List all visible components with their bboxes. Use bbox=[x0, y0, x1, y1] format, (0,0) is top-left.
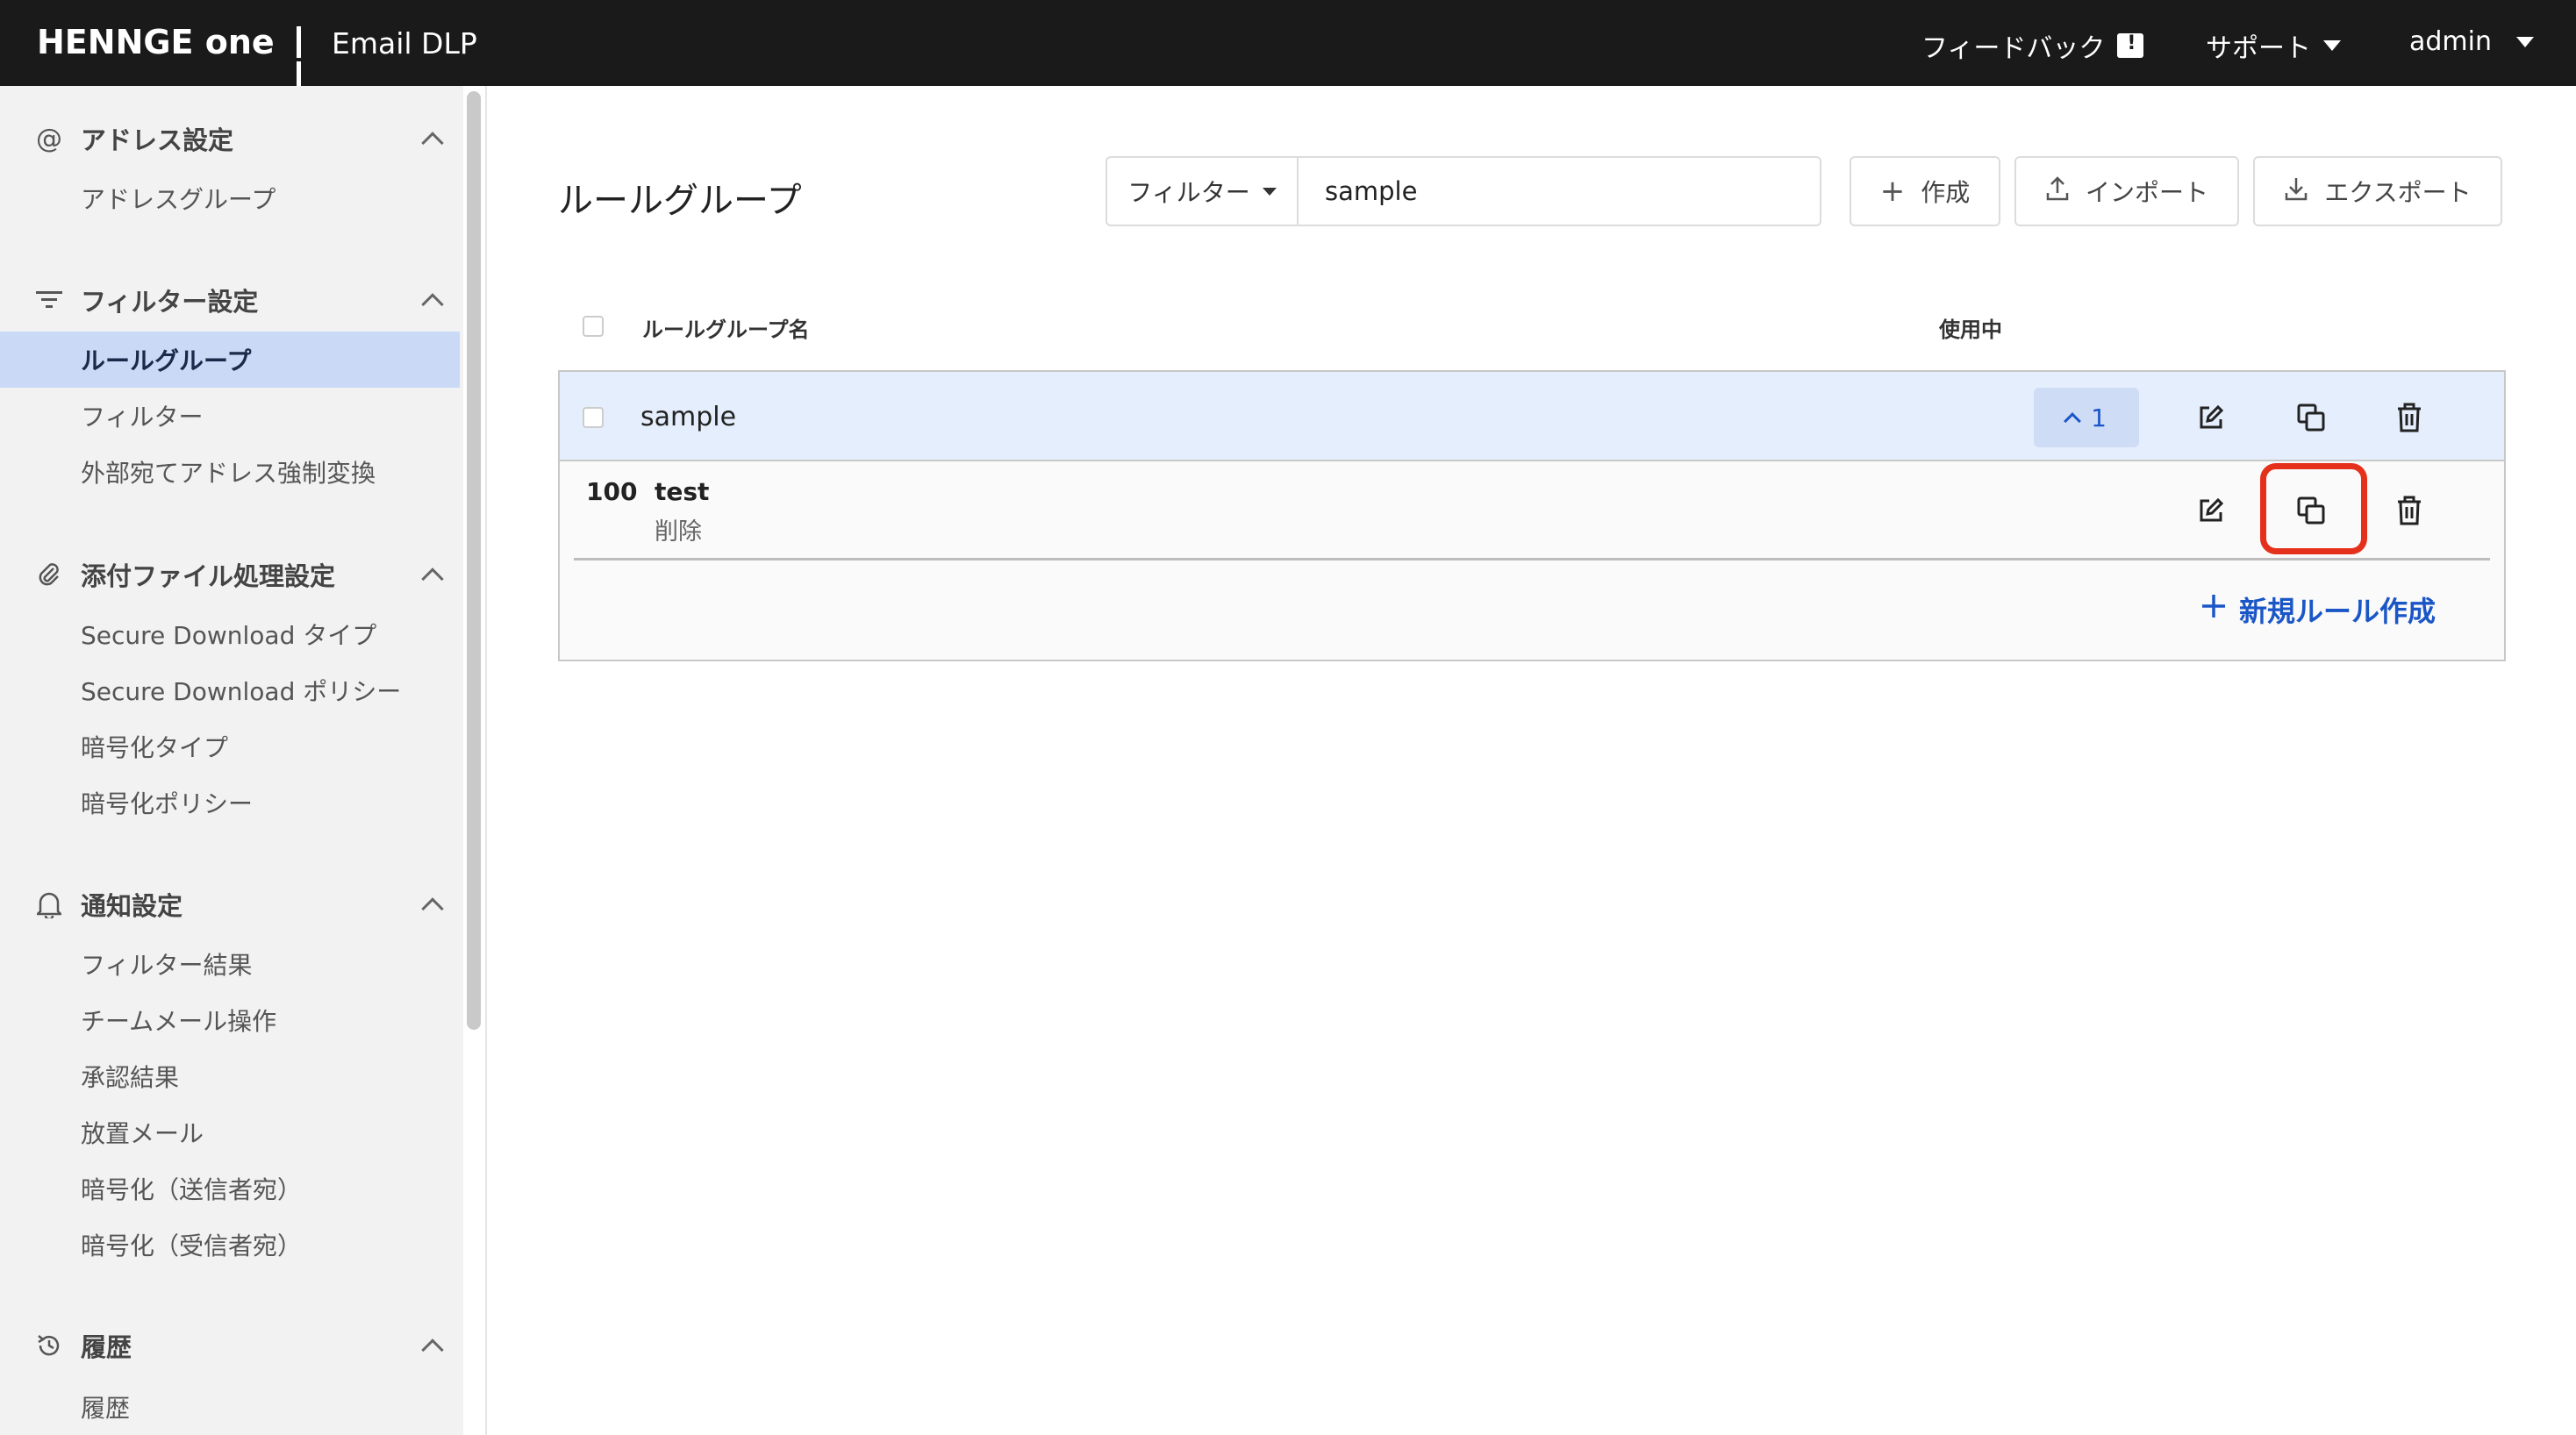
filter-input[interactable] bbox=[1299, 158, 1820, 225]
sidebar-item-external-address[interactable]: 外部宛てアドレス強制変換 bbox=[0, 444, 460, 500]
rule-priority: 100 bbox=[586, 477, 638, 506]
edit-group-button[interactable] bbox=[2185, 391, 2237, 444]
sidebar-item-neglected-mail[interactable]: 放置メール bbox=[0, 1104, 460, 1160]
upload-icon bbox=[2045, 175, 2070, 208]
henngeone-logo[interactable]: HENNGE one bbox=[37, 23, 275, 61]
new-rule-label: 新規ルール作成 bbox=[2239, 595, 2436, 628]
bell-icon bbox=[32, 887, 67, 922]
trash-icon bbox=[2398, 403, 2421, 432]
sidebar-item-filter[interactable]: フィルター bbox=[0, 388, 460, 444]
chevron-up-icon bbox=[421, 897, 444, 920]
user-menu[interactable]: admin bbox=[2409, 26, 2534, 57]
sidebar-item-encrypt-type[interactable]: 暗号化タイプ bbox=[0, 718, 460, 775]
export-button[interactable]: エクスポート bbox=[2253, 156, 2502, 226]
chevron-up-icon bbox=[421, 293, 444, 316]
collapse-toggle-button[interactable]: 1 bbox=[2034, 388, 2139, 447]
paperclip-icon bbox=[32, 557, 67, 592]
sidebar-item-encrypt-policy[interactable]: 暗号化ポリシー bbox=[0, 775, 460, 831]
feedback-button[interactable]: フィードバック bbox=[1921, 26, 2144, 65]
create-button[interactable]: + 作成 bbox=[1850, 156, 2000, 226]
copy-group-button[interactable] bbox=[2285, 391, 2337, 444]
rule-name[interactable]: test bbox=[655, 477, 709, 506]
sidebar-item-address-group[interactable]: アドレスグループ bbox=[0, 170, 460, 226]
highlight-box bbox=[2260, 463, 2367, 554]
sidebar-item-approval-result[interactable]: 承認結果 bbox=[0, 1048, 460, 1104]
section-title: 添付ファイル処理設定 bbox=[81, 561, 336, 591]
caret-down-icon bbox=[2516, 36, 2534, 47]
sidebar-border bbox=[485, 86, 487, 1435]
import-label: インポート bbox=[2085, 178, 2208, 207]
download-icon bbox=[2284, 175, 2308, 208]
edit-rule-button[interactable] bbox=[2185, 484, 2237, 537]
chevron-up-icon bbox=[421, 1339, 444, 1361]
section-title: 履歴 bbox=[81, 1332, 132, 1362]
delete-group-button[interactable] bbox=[2383, 391, 2436, 444]
sidebar-section-attachment[interactable]: 添付ファイル処理設定 bbox=[32, 553, 449, 596]
sidebar-section-address[interactable]: @ アドレス設定 bbox=[32, 117, 449, 161]
support-menu[interactable]: サポート bbox=[2206, 26, 2341, 65]
filter-box: フィルター bbox=[1106, 156, 1821, 226]
at-icon: @ bbox=[36, 123, 62, 154]
sidebar-section-history[interactable]: 履歴 bbox=[32, 1324, 449, 1367]
create-label: 作成 bbox=[1921, 178, 1971, 207]
support-label: サポート bbox=[2206, 33, 2311, 64]
column-header-in-use: 使用中 bbox=[1939, 318, 2002, 342]
user-name: admin bbox=[2409, 26, 2492, 57]
sidebar-item-history[interactable]: 履歴 bbox=[0, 1379, 460, 1435]
edit-icon bbox=[2200, 404, 2224, 429]
plus-icon bbox=[2200, 593, 2227, 626]
sidebar-section-filter[interactable]: フィルター設定 bbox=[32, 278, 449, 322]
caret-down-icon bbox=[2323, 40, 2341, 51]
sidebar-item-encrypt-recipient[interactable]: 暗号化（受信者宛） bbox=[0, 1217, 460, 1273]
filter-icon bbox=[32, 282, 67, 318]
product-mark-icon bbox=[297, 26, 311, 93]
chevron-up-icon bbox=[2064, 412, 2081, 430]
sidebar-section-notification[interactable]: 通知設定 bbox=[32, 882, 449, 926]
history-icon bbox=[32, 1328, 67, 1363]
plus-icon: + bbox=[1879, 174, 1906, 209]
page-title: ルールグループ bbox=[558, 181, 802, 221]
app-name: Email DLP bbox=[332, 26, 477, 61]
column-header-name: ルールグループ名 bbox=[642, 318, 810, 342]
rule-action: 削除 bbox=[655, 518, 702, 546]
select-all-checkbox[interactable] bbox=[583, 316, 604, 337]
section-title: 通知設定 bbox=[81, 891, 183, 921]
sidebar-item-filter-result[interactable]: フィルター結果 bbox=[0, 936, 460, 992]
edit-icon bbox=[2200, 497, 2224, 522]
trash-icon bbox=[2398, 496, 2421, 525]
sidebar-item-encrypt-sender[interactable]: 暗号化（送信者宛） bbox=[0, 1160, 460, 1217]
export-label: エクスポート bbox=[2324, 178, 2472, 207]
row-checkbox[interactable] bbox=[583, 407, 604, 428]
feedback-icon bbox=[2117, 32, 2144, 58]
filter-type-select[interactable]: フィルター bbox=[1107, 158, 1299, 225]
section-title: フィルター設定 bbox=[81, 287, 259, 317]
sidebar-item-sd-policy[interactable]: Secure Download ポリシー bbox=[0, 662, 460, 718]
chevron-up-icon bbox=[421, 568, 444, 590]
rule-count: 1 bbox=[2091, 403, 2107, 432]
chevron-up-icon bbox=[421, 132, 444, 154]
new-rule-button[interactable]: 新規ルール作成 bbox=[2200, 589, 2436, 630]
caret-down-icon bbox=[1262, 187, 1277, 196]
import-button[interactable]: インポート bbox=[2014, 156, 2239, 226]
delete-rule-button[interactable] bbox=[2383, 484, 2436, 537]
group-name: sample bbox=[640, 402, 737, 432]
sidebar-item-team-mail[interactable]: チームメール操作 bbox=[0, 992, 460, 1048]
sidebar-item-sd-type[interactable]: Secure Download タイプ bbox=[0, 606, 460, 662]
sidebar-scrollbar[interactable] bbox=[467, 91, 481, 1030]
feedback-label: フィードバック bbox=[1921, 33, 2106, 64]
section-title: アドレス設定 bbox=[81, 125, 234, 155]
row-divider bbox=[574, 558, 2490, 560]
sidebar-item-rule-group[interactable]: ルールグループ bbox=[0, 332, 460, 388]
top-bar: HENNGE one Email DLP フィードバック サポート admin bbox=[0, 0, 2576, 93]
copy-icon bbox=[2297, 403, 2325, 432]
filter-select-label: フィルター bbox=[1127, 178, 1250, 207]
